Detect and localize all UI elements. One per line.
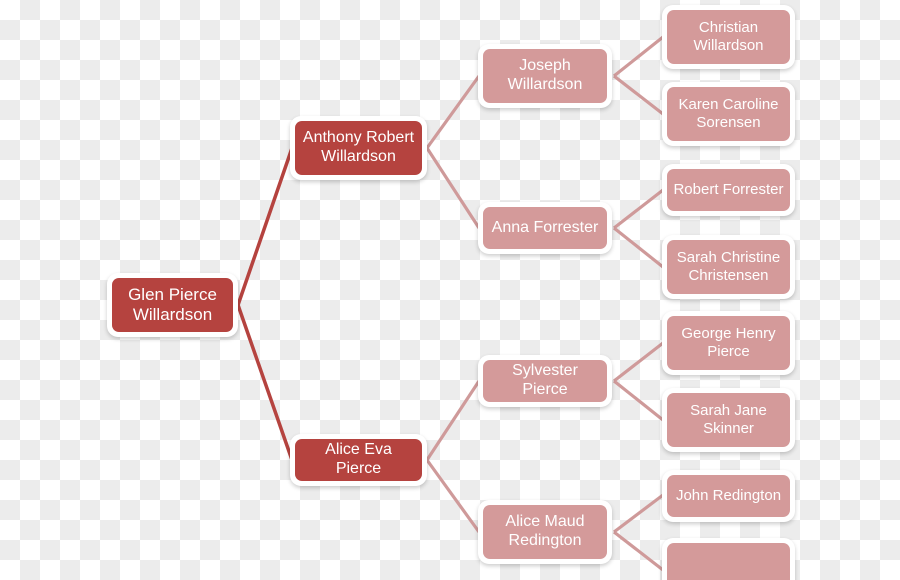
node-body: Alice Maud Redington [483,505,607,559]
node-label: John Redington [675,487,782,505]
node-label: Robert Forrester [673,181,784,199]
node-body: George Henry Pierce [667,316,790,370]
node-clipped-bottom[interactable] [662,538,795,580]
node-label: Sylvester Pierce [512,362,578,398]
node-alice-eva-pierce[interactable]: Alice Eva Pierce [290,434,427,486]
node-label: George Henry Pierce [681,325,776,360]
node-label: Alice Eva Pierce [325,441,392,477]
node-joseph-willardson[interactable]: Joseph Willardson [478,44,612,108]
node-christian-willardson[interactable]: Christian Willardson [662,5,795,69]
node-label: Sarah Christine Christensen [676,249,781,284]
node-karen-caroline-sorensen[interactable]: Karen Caroline Sorensen [662,82,795,146]
node-label: Anthony Robert Willardson [302,129,415,165]
node-body: John Redington [667,475,790,517]
node-body: Anthony Robert Willardson [295,121,422,175]
node-george-henry-pierce[interactable]: George Henry Pierce [662,311,795,375]
node-body: Joseph Willardson [483,49,607,103]
connector-anna-to-gen4 [613,188,664,269]
node-body: Sarah Jane Skinner [667,393,790,447]
node-body: Alice Eva Pierce [295,439,422,481]
connector-sylvester-to-gen4 [613,341,664,422]
connector-glen-to-gen2 [236,147,294,461]
node-body: Anna Forrester [483,207,607,249]
node-anthony-robert-willardson[interactable]: Anthony Robert Willardson [290,116,427,180]
node-body: Karen Caroline Sorensen [667,87,790,141]
node-body: Sylvester Pierce [483,360,607,402]
node-label: Christian Willardson [693,19,764,54]
node-body: Christian Willardson [667,10,790,64]
node-alice-maud-redington[interactable]: Alice Maud Redington [478,500,612,564]
node-sarah-jane-skinner[interactable]: Sarah Jane Skinner [662,388,795,452]
family-tree-diagram: Glen Pierce Willardson Anthony Robert Wi… [0,0,900,580]
node-anna-forrester[interactable]: Anna Forrester [478,202,612,254]
node-sarah-christine-christensen[interactable]: Sarah Christine Christensen [662,235,795,299]
node-label: Alice Maud Redington [505,513,585,549]
connector-joseph-to-gen4 [613,35,664,116]
node-sylvester-pierce[interactable]: Sylvester Pierce [478,355,612,407]
node-body: Robert Forrester [667,169,790,211]
node-label: Joseph Willardson [507,57,583,93]
node-body: Glen Pierce Willardson [112,278,233,332]
node-label: Glen Pierce Willardson [128,284,217,324]
node-glen-pierce-willardson[interactable]: Glen Pierce Willardson [107,273,238,337]
connector-anthony-to-gen3 [425,75,481,229]
node-label: Karen Caroline Sorensen [678,96,779,131]
node-body: Sarah Christine Christensen [667,240,790,294]
node-body [667,543,790,580]
node-robert-forrester[interactable]: Robert Forrester [662,164,795,216]
node-label: Sarah Jane Skinner [690,402,767,437]
node-label: Anna Forrester [491,218,599,236]
connector-alice-eva-to-gen3 [425,380,481,533]
node-john-redington[interactable]: John Redington [662,470,795,522]
connector-alice-maud-to-gen4 [613,493,664,572]
